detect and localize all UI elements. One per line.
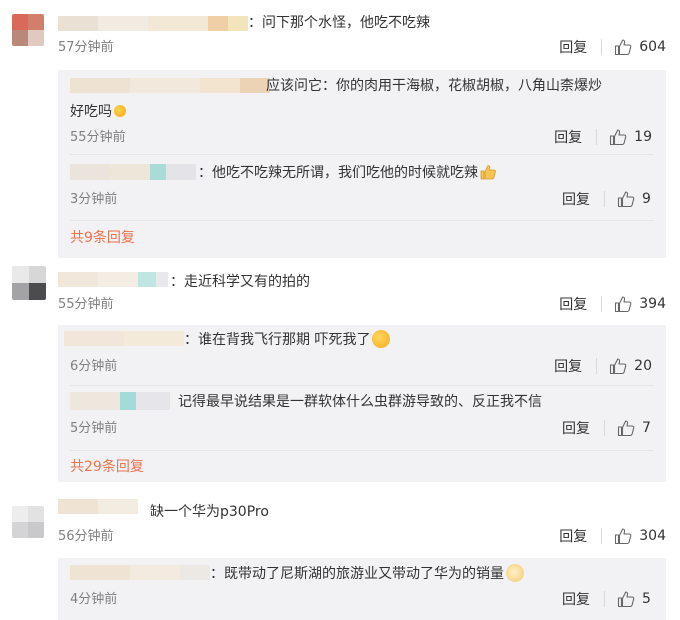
comment-time: 57分钟前 [58, 40, 114, 55]
reply-text: ：谁在背我飞行那期 吓死我了 [184, 330, 391, 349]
reply-text-continued: 好吃吗 [70, 103, 126, 121]
thumbs-up-icon [615, 528, 632, 545]
username-blurred[interactable] [58, 272, 168, 287]
reply-text: ：既带动了尼斯湖的旅游业又带动了华为的销量 [210, 564, 524, 583]
view-more-replies-link[interactable]: 共29条回复 [70, 458, 144, 476]
reply-text-line2: 好吃吗 [70, 104, 112, 120]
like-count: 394 [639, 296, 666, 312]
wink-emoji-icon [114, 105, 126, 117]
separator [601, 528, 603, 544]
like-button[interactable]: 304 [614, 527, 666, 545]
divider [70, 450, 654, 451]
separator [596, 129, 598, 145]
reply-actions: 回复 5 [562, 590, 652, 608]
reply-time: 4分钟前 [70, 592, 118, 607]
comment-actions: 回复 304 [559, 527, 666, 545]
reply-username-blurred[interactable] [70, 392, 170, 410]
like-button[interactable]: 5 [617, 590, 652, 608]
comment-time: 56分钟前 [58, 529, 114, 544]
comment-thread: ：走近科学又有的拍的 55分钟前 回复 394 ：谁在背我飞行那期 吓死我了 6… [0, 262, 680, 486]
sad-emoji-icon [372, 330, 391, 348]
comment-time: 55分钟前 [58, 297, 114, 312]
thumbs-up-emoji-icon [479, 163, 497, 181]
thumbs-up-icon [615, 39, 632, 56]
like-count: 304 [639, 528, 666, 544]
reply-box: 应该问它：你的肉用干海椒，花椒胡椒，八角山柰爆炒 好吃吗 55分钟前 回复 19 [58, 70, 666, 258]
reply-button[interactable]: 回复 [562, 189, 590, 209]
reply-button[interactable]: 回复 [559, 294, 587, 314]
like-button[interactable]: 9 [617, 190, 652, 208]
comment-actions: 回复 604 [559, 38, 666, 56]
separator [601, 39, 603, 55]
like-button[interactable]: 394 [614, 295, 666, 313]
separator [604, 191, 605, 207]
reply-time: 6分钟前 [70, 359, 118, 374]
thumbs-up-icon [617, 591, 635, 608]
reply-text: 记得最早说结果是一群软体什么虫群游导致的、反正我不信 [178, 394, 542, 410]
reply-actions: 回复 7 [562, 419, 652, 437]
reply-actions: 回复 19 [554, 128, 652, 146]
reply-actions: 回复 20 [554, 357, 652, 375]
comment-thread: ：问下那个水怪，他吃不吃辣 57分钟前 回复 604 应该问它：你的肉用干海椒，… [0, 0, 680, 262]
separator [604, 420, 605, 436]
avatar[interactable] [12, 506, 44, 538]
like-button[interactable]: 20 [609, 357, 652, 375]
reply-time: 5分钟前 [70, 421, 118, 436]
thumbs-up-icon [617, 191, 635, 208]
reply-item: 记得最早说结果是一群软体什么虫群游导致的、反正我不信 5分钟前 回复 7 [58, 386, 666, 448]
reply-time: 3分钟前 [70, 192, 118, 207]
separator [604, 591, 605, 607]
like-count: 9 [642, 191, 651, 207]
like-count: 5 [642, 591, 651, 607]
reply-box: ：谁在背我飞行那期 吓死我了 6分钟前 回复 20 记得最早说结果是一群软体什么… [58, 325, 666, 482]
reply-text-body: ：谁在背我飞行那期 吓死我了 [184, 332, 371, 348]
reply-item: ：既带动了尼斯湖的旅游业又带动了华为的销量 4分钟前 回复 5 [58, 558, 666, 620]
reply-actions: 回复 9 [562, 190, 652, 208]
reply-username-blurred[interactable] [70, 78, 270, 93]
thumbs-up-icon [615, 296, 632, 313]
cat-emoji-icon [506, 564, 524, 582]
reply-username-blurred[interactable] [70, 164, 196, 180]
reply-item: ：他吃不吃辣无所谓，我们吃他的时候就吃辣 3分钟前 回复 9 [58, 155, 666, 219]
reply-button[interactable]: 回复 [554, 127, 582, 147]
comment-text: ：走近科学又有的拍的 [170, 274, 310, 290]
reply-time: 55分钟前 [70, 130, 126, 145]
reply-button[interactable]: 回复 [562, 589, 590, 609]
reply-text-body: ：他吃不吃辣无所谓，我们吃他的时候就吃辣 [198, 165, 478, 181]
reply-button[interactable]: 回复 [562, 418, 590, 438]
reply-username-blurred[interactable] [70, 565, 210, 580]
view-more-replies-link[interactable]: 共9条回复 [70, 229, 135, 247]
comment-actions: 回复 394 [559, 295, 666, 313]
username-blurred[interactable] [58, 499, 138, 514]
thumbs-up-icon [610, 358, 627, 375]
divider [70, 220, 654, 221]
reply-button[interactable]: 回复 [559, 37, 587, 57]
like-button[interactable]: 7 [617, 419, 652, 437]
separator [596, 358, 598, 374]
reply-text: 应该问它：你的肉用干海椒，花椒胡椒，八角山柰爆炒 [266, 78, 602, 94]
separator [601, 296, 603, 312]
thumbs-up-icon [610, 129, 627, 146]
reply-text: ：他吃不吃辣无所谓，我们吃他的时候就吃辣 [198, 163, 497, 182]
like-button[interactable]: 19 [609, 128, 652, 146]
reply-username-blurred[interactable] [64, 331, 184, 346]
comment-thread: 缺一个华为p30Pro 56分钟前 回复 304 ：既带动了尼斯湖的旅游业又带动… [0, 486, 680, 620]
reply-box: ：既带动了尼斯湖的旅游业又带动了华为的销量 4分钟前 回复 5 [58, 558, 666, 620]
comment-text: ：问下那个水怪，他吃不吃辣 [248, 15, 430, 31]
like-button[interactable]: 604 [614, 38, 666, 56]
reply-button[interactable]: 回复 [559, 526, 587, 546]
comment-text: 缺一个华为p30Pro [150, 504, 269, 520]
reply-item: ：谁在背我飞行那期 吓死我了 6分钟前 回复 20 [58, 325, 666, 385]
avatar[interactable] [12, 14, 44, 46]
username-blurred[interactable] [58, 16, 248, 31]
reply-text-body: ：既带动了尼斯湖的旅游业又带动了华为的销量 [210, 566, 504, 582]
thumbs-up-icon [617, 420, 635, 437]
like-count: 19 [634, 129, 652, 145]
avatar[interactable] [12, 266, 46, 300]
like-count: 20 [634, 358, 652, 374]
reply-button[interactable]: 回复 [554, 356, 582, 376]
reply-item: 应该问它：你的肉用干海椒，花椒胡椒，八角山柰爆炒 好吃吗 55分钟前 回复 19 [58, 70, 666, 154]
like-count: 604 [639, 39, 666, 55]
like-count: 7 [642, 420, 651, 436]
